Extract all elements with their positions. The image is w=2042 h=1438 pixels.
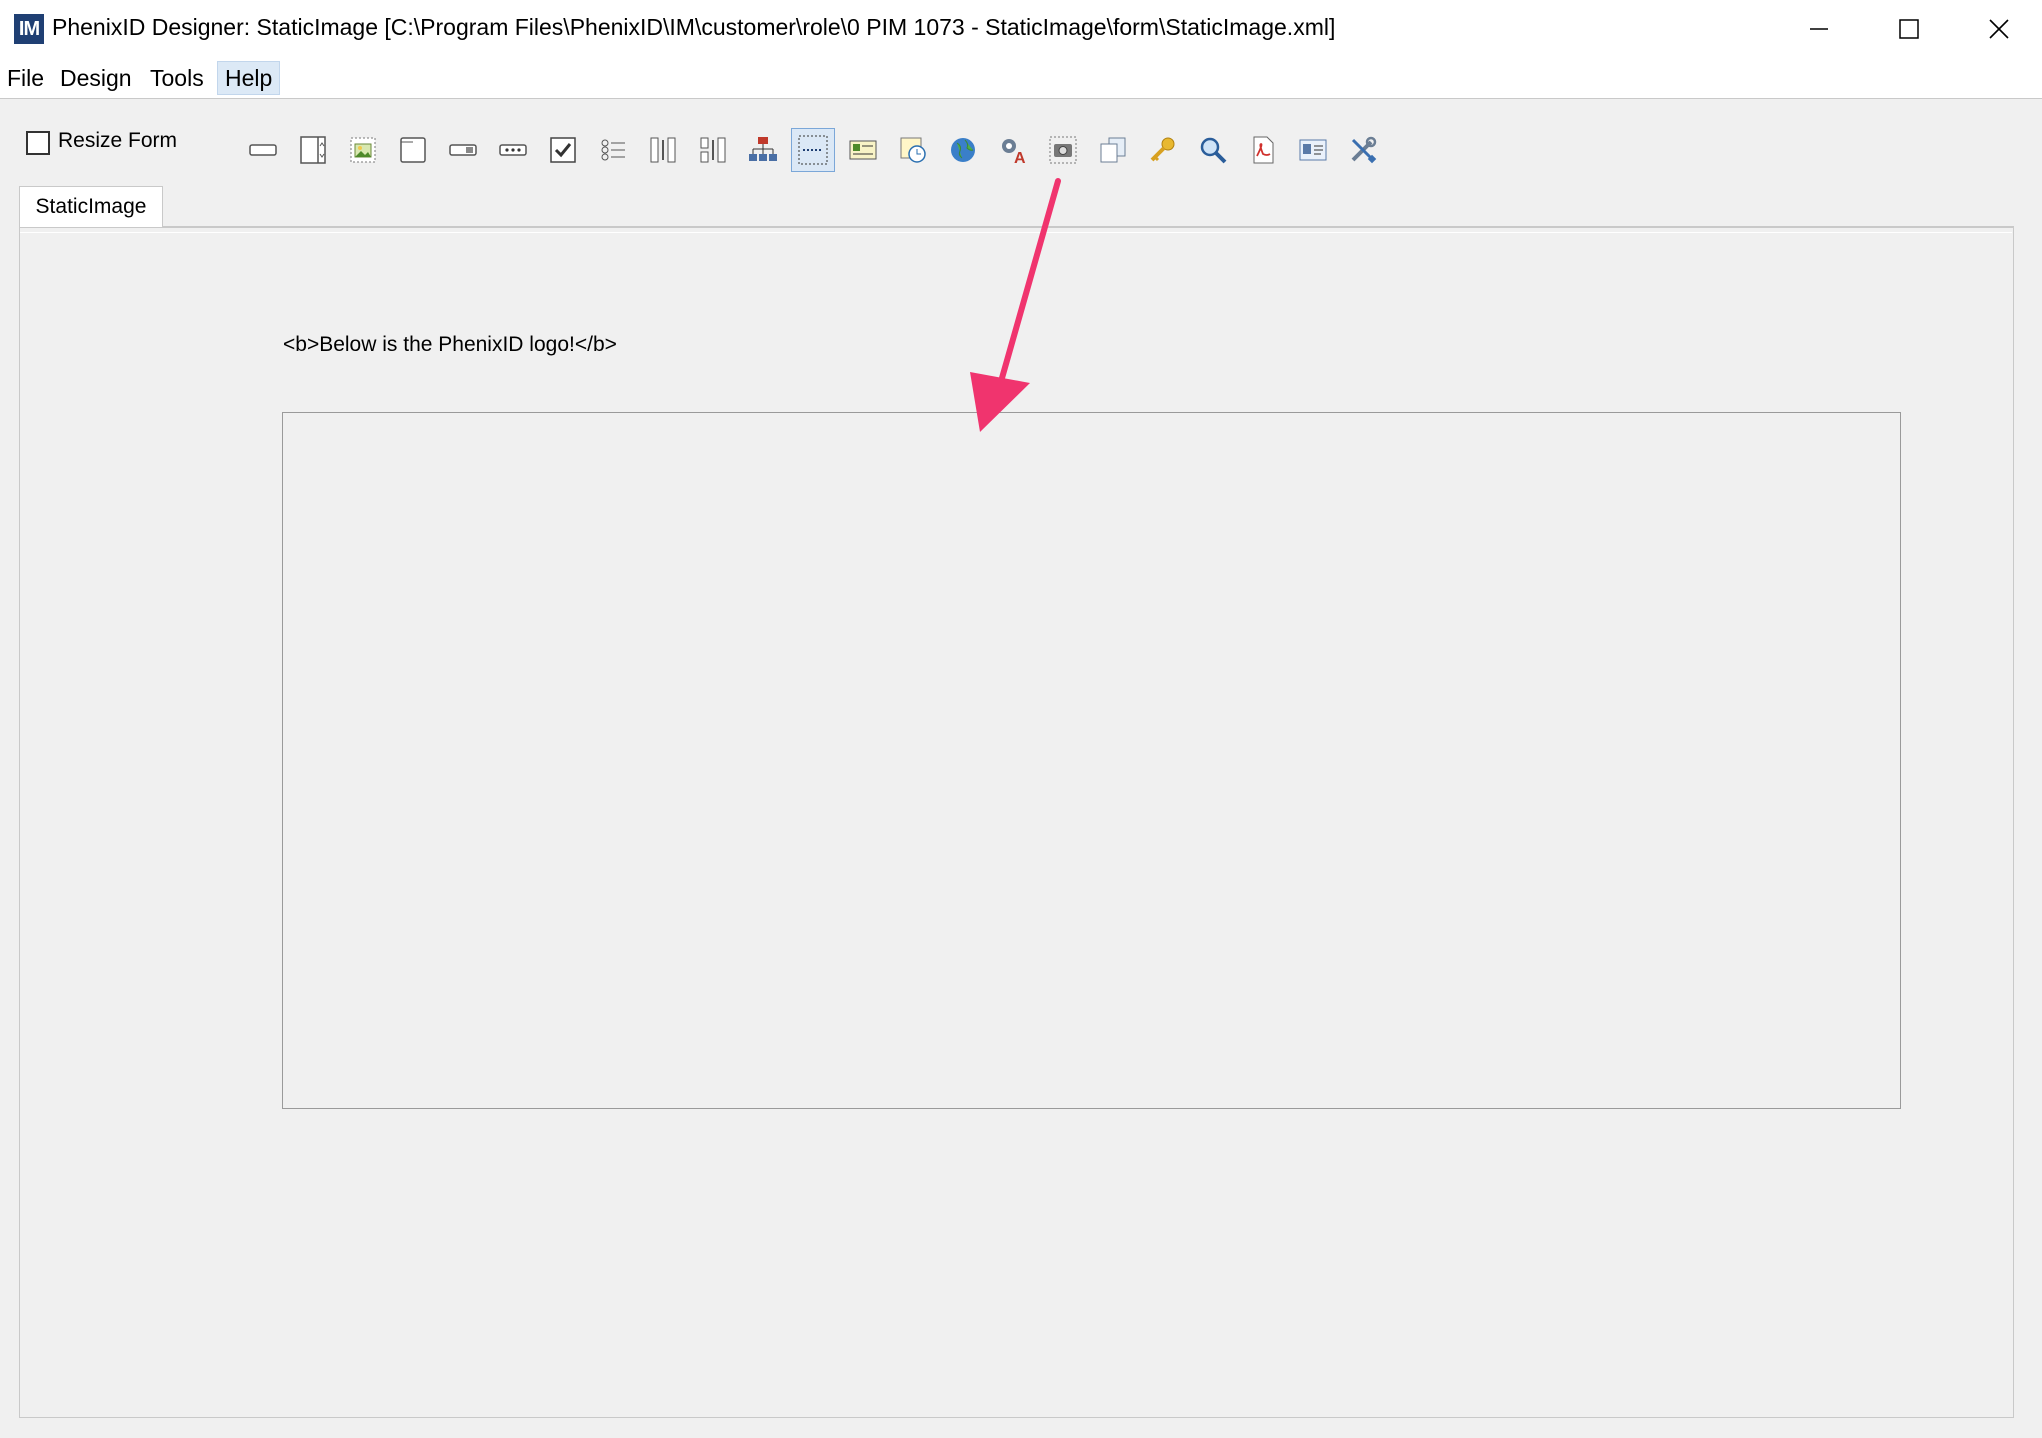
search-icon[interactable] xyxy=(1191,128,1235,172)
panel-icon[interactable] xyxy=(291,128,335,172)
tools-icon[interactable] xyxy=(1341,128,1385,172)
image-icon[interactable] xyxy=(341,128,385,172)
menu-design[interactable]: Design xyxy=(53,61,139,95)
separator-icon[interactable] xyxy=(791,128,835,172)
gear-text-icon[interactable]: A xyxy=(991,128,1035,172)
column-icon[interactable] xyxy=(641,128,685,172)
menu-help[interactable]: Help xyxy=(217,61,281,95)
camera-icon[interactable] xyxy=(1041,128,1085,172)
label-card-icon[interactable] xyxy=(841,128,885,172)
app-logo-icon: IM xyxy=(14,14,44,44)
id-card-icon[interactable] xyxy=(1291,128,1335,172)
title-bar: IM PhenixID Designer: StaticImage [C:\Pr… xyxy=(0,0,2042,58)
window-title: PhenixID Designer: StaticImage [C:\Progr… xyxy=(52,14,1336,40)
resize-form-checkbox[interactable] xyxy=(26,131,50,155)
password-field-icon[interactable] xyxy=(491,128,535,172)
tree-icon[interactable] xyxy=(741,128,785,172)
key-icon[interactable] xyxy=(1141,128,1185,172)
minimize-icon xyxy=(1810,28,1828,30)
copy-pages-icon[interactable] xyxy=(1091,128,1135,172)
blank-panel-icon[interactable] xyxy=(391,128,435,172)
pdf-icon[interactable] xyxy=(1241,128,1285,172)
maximize-icon xyxy=(1899,19,1919,39)
menu-tools[interactable]: Tools xyxy=(143,61,211,95)
world-clock-icon[interactable] xyxy=(891,128,935,172)
minimize-button[interactable] xyxy=(1774,0,1864,58)
globe-icon[interactable] xyxy=(941,128,985,172)
resize-form-label[interactable]: Resize Form xyxy=(58,129,177,153)
panel-highlight xyxy=(20,232,2012,233)
textfield-icon[interactable] xyxy=(241,128,285,172)
close-button[interactable] xyxy=(1954,0,2042,58)
static-text-label[interactable]: <b>Below is the PhenixID logo!</b> xyxy=(283,333,617,357)
menu-bar: File Design Tools Help xyxy=(0,58,2042,99)
checkbox-icon[interactable] xyxy=(541,128,585,172)
combobox-icon[interactable] xyxy=(441,128,485,172)
static-image-placeholder[interactable] xyxy=(282,412,1901,1109)
svg-text:A: A xyxy=(1014,150,1026,166)
maximize-button[interactable] xyxy=(1864,0,1954,58)
tab-staticimage[interactable]: StaticImage xyxy=(19,186,163,228)
menu-file[interactable]: File xyxy=(0,61,51,95)
radio-list-icon[interactable] xyxy=(591,128,635,172)
close-icon xyxy=(1989,19,2009,39)
split-column-icon[interactable] xyxy=(691,128,735,172)
